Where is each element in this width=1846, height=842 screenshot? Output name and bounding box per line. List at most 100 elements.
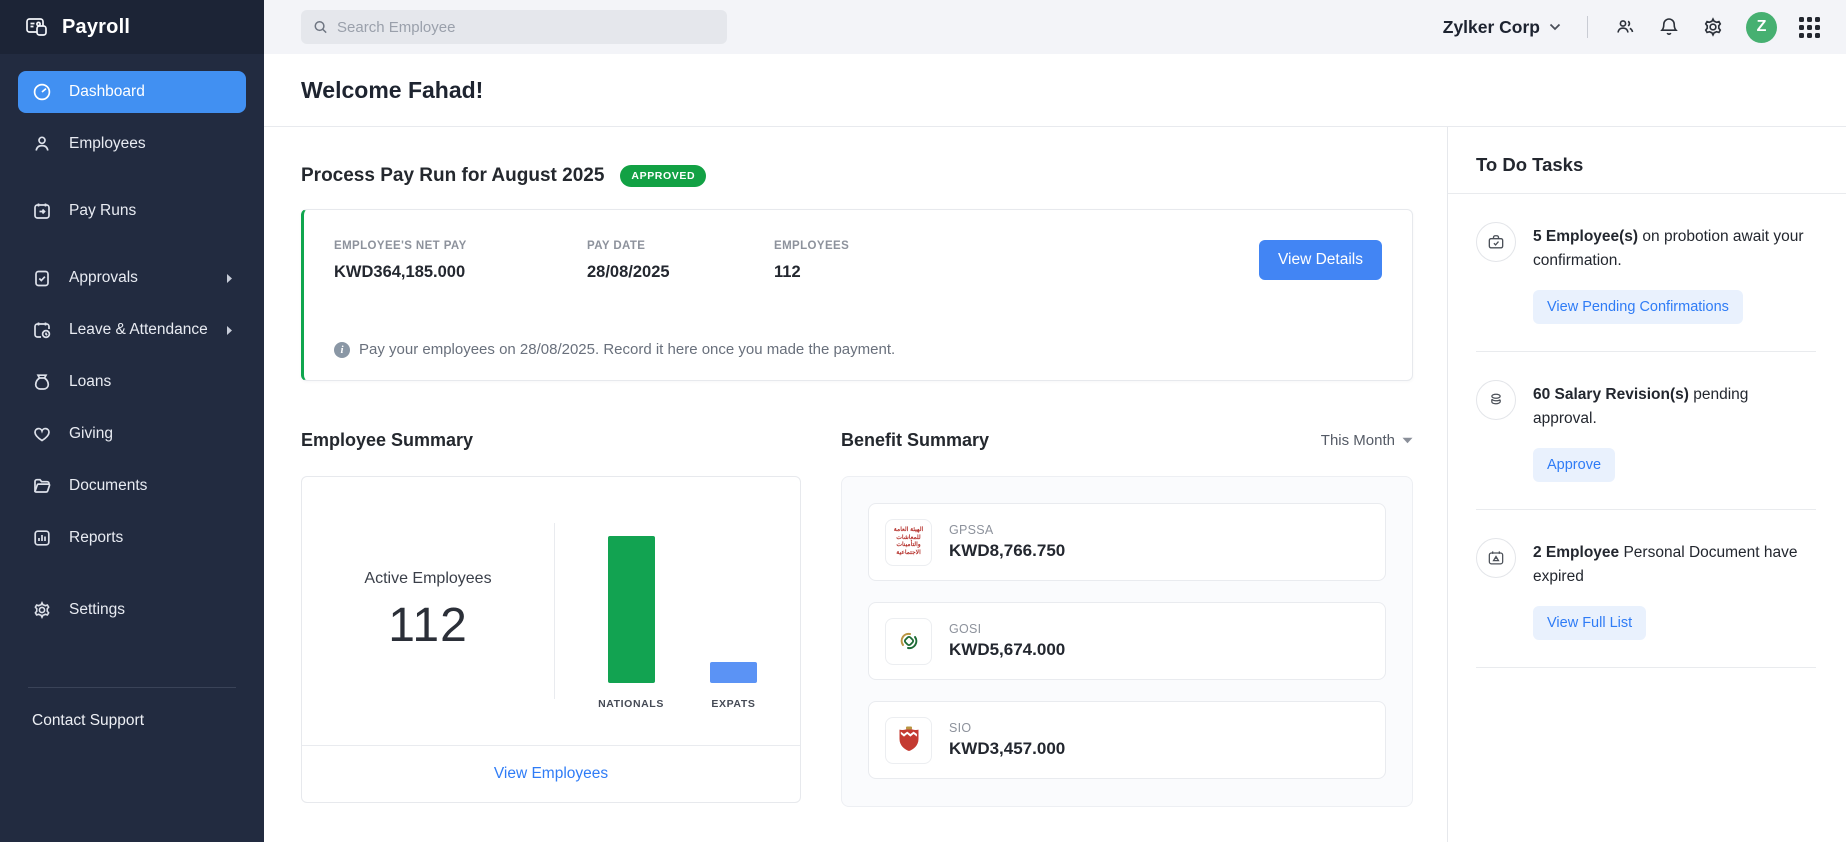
todo-task-count: 60 Salary Revision(s): [1533, 386, 1689, 403]
org-name: Zylker Corp: [1443, 17, 1540, 38]
leave-attendance-calendar-clock-icon: [32, 320, 52, 340]
gpssa-logo-text: الهيئة العامة للمعاشات والتأمينات الاجتم…: [886, 525, 931, 559]
calendar-alert-icon: [1476, 538, 1516, 578]
todo-task-count: 2 Employee: [1533, 544, 1619, 561]
benefit-summary-title: Benefit Summary: [841, 430, 989, 451]
search-icon: [313, 19, 328, 35]
payrun-card: EMPLOYEE'S NET PAY KWD364,185.000 PAY DA…: [301, 209, 1413, 381]
benefit-amount: KWD5,674.000: [949, 640, 1065, 660]
coins-stack-icon: [1476, 380, 1516, 420]
benefit-row-sio[interactable]: SIO KWD3,457.000: [868, 701, 1386, 779]
benefit-row-gosi[interactable]: GOSI KWD5,674.000: [868, 602, 1386, 680]
payrun-title: Process Pay Run for August 2025: [301, 165, 604, 187]
todo-task-text: 2 Employee Personal Document have expire…: [1533, 538, 1816, 589]
payroll-logo-icon: [24, 14, 50, 40]
benefit-row-gpssa[interactable]: الهيئة العامة للمعاشات والتأمينات الاجتم…: [868, 503, 1386, 581]
todo-task-probation: 5 Employee(s) on probotion await your co…: [1476, 194, 1816, 352]
briefcase-check-icon: [1476, 222, 1516, 262]
benefit-name: GPSSA: [949, 523, 1065, 537]
welcome-banner: Welcome Fahad!: [264, 54, 1846, 127]
app-logo[interactable]: Payroll: [0, 0, 264, 54]
todo-panel: To Do Tasks 5 Employee(s) on prob: [1447, 127, 1846, 842]
stat-employees: EMPLOYEES 112: [774, 240, 849, 282]
sidebar: Payroll Dashboard Employees: [0, 0, 264, 842]
sidebar-item-settings[interactable]: Settings: [18, 589, 246, 631]
view-details-button[interactable]: View Details: [1259, 240, 1382, 280]
bar-label: EXPATS: [711, 698, 755, 710]
user-avatar[interactable]: Z: [1746, 12, 1777, 43]
chevron-right-icon: [225, 325, 234, 336]
dashboard-content: Process Pay Run for August 2025 APPROVED…: [264, 127, 1447, 842]
view-employees-link[interactable]: View Employees: [494, 765, 608, 783]
sidebar-item-label: Leave & Attendance: [69, 321, 208, 339]
contact-support-link[interactable]: Contact Support: [18, 712, 246, 730]
sidebar-divider: [28, 687, 236, 688]
sidebar-item-dashboard[interactable]: Dashboard: [18, 71, 246, 113]
gpssa-logo: الهيئة العامة للمعاشات والتأمينات الاجتم…: [885, 519, 932, 566]
sidebar-item-giving[interactable]: Giving: [18, 413, 246, 455]
todo-task-text: 60 Salary Revision(s) pending approval.: [1533, 380, 1816, 431]
sidebar-item-employees[interactable]: Employees: [18, 123, 246, 165]
stat-net-pay: EMPLOYEE'S NET PAY KWD364,185.000: [334, 240, 587, 282]
approvals-clipboard-check-icon: [32, 268, 52, 288]
gosi-logo: [885, 618, 932, 665]
expats-bar: [710, 662, 757, 683]
stat-value: 28/08/2025: [587, 263, 774, 282]
payrun-note-text: Pay your employees on 28/08/2025. Record…: [359, 341, 895, 358]
page-title: Welcome Fahad!: [301, 77, 483, 104]
sidebar-item-documents[interactable]: Documents: [18, 465, 246, 507]
sidebar-item-label: Settings: [69, 601, 234, 619]
bar-label: NATIONALS: [598, 698, 664, 710]
todo-task-count: 5 Employee(s): [1533, 228, 1638, 245]
sidebar-item-label: Dashboard: [69, 83, 234, 101]
sidebar-item-leave-attendance[interactable]: Leave & Attendance: [18, 309, 246, 351]
employee-summary-title: Employee Summary: [301, 430, 473, 451]
users-icon[interactable]: [1614, 16, 1636, 38]
view-pending-confirmations-button[interactable]: View Pending Confirmations: [1533, 290, 1743, 324]
chevron-down-icon: [1402, 437, 1413, 444]
chevron-right-icon: [225, 273, 234, 284]
todo-title: To Do Tasks: [1448, 127, 1846, 194]
todo-task-expired-documents: 2 Employee Personal Document have expire…: [1476, 510, 1816, 668]
todo-divider: [1476, 667, 1816, 668]
period-filter-dropdown[interactable]: This Month: [1321, 432, 1413, 449]
approve-button[interactable]: Approve: [1533, 448, 1615, 482]
active-employees-label: Active Employees: [364, 570, 491, 588]
dashboard-speedometer-icon: [32, 82, 52, 102]
org-switcher[interactable]: Zylker Corp: [1443, 17, 1561, 38]
settings-gear-icon: [32, 600, 52, 620]
employee-search[interactable]: [301, 10, 727, 44]
sidebar-item-reports[interactable]: Reports: [18, 517, 246, 559]
sidebar-item-label: Giving: [69, 425, 234, 443]
notifications-bell-icon[interactable]: [1658, 16, 1680, 38]
stat-pay-date: PAY DATE 28/08/2025: [587, 240, 774, 282]
info-icon: i: [334, 342, 350, 358]
stat-label: EMPLOYEES: [774, 240, 849, 252]
stat-label: EMPLOYEE'S NET PAY: [334, 240, 587, 252]
sidebar-item-approvals[interactable]: Approvals: [18, 257, 246, 299]
sidebar-item-label: Documents: [69, 477, 234, 495]
chevron-down-icon: [1549, 23, 1561, 31]
sidebar-nav: Dashboard Employees Pay Runs: [0, 54, 264, 641]
giving-heart-icon: [32, 424, 52, 444]
sidebar-item-label: Reports: [69, 529, 234, 547]
benefit-amount: KWD3,457.000: [949, 739, 1065, 759]
bar-expats: EXPATS: [710, 662, 757, 710]
payroll-app: Payroll Dashboard Employees: [0, 0, 1846, 842]
sidebar-item-pay-runs[interactable]: Pay Runs: [18, 190, 246, 232]
active-employees-count: 112: [388, 598, 468, 653]
apps-grid-icon[interactable]: [1799, 17, 1820, 38]
topbar: Zylker Corp: [264, 0, 1846, 54]
benefit-summary-card: الهيئة العامة للمعاشات والتأمينات الاجتم…: [841, 476, 1413, 807]
settings-gear-icon[interactable]: [1702, 16, 1724, 38]
todo-task-text: 5 Employee(s) on probotion await your co…: [1533, 222, 1816, 273]
sidebar-item-loans[interactable]: Loans: [18, 361, 246, 403]
benefit-name: SIO: [949, 721, 1065, 735]
sio-logo: [885, 717, 932, 764]
app-title: Payroll: [62, 16, 130, 39]
todo-task-salary-revisions: 60 Salary Revision(s) pending approval. …: [1476, 352, 1816, 510]
reports-bar-chart-icon: [32, 528, 52, 548]
view-full-list-button[interactable]: View Full List: [1533, 606, 1646, 640]
pay-runs-calendar-icon: [32, 201, 52, 221]
search-input[interactable]: [337, 19, 715, 36]
